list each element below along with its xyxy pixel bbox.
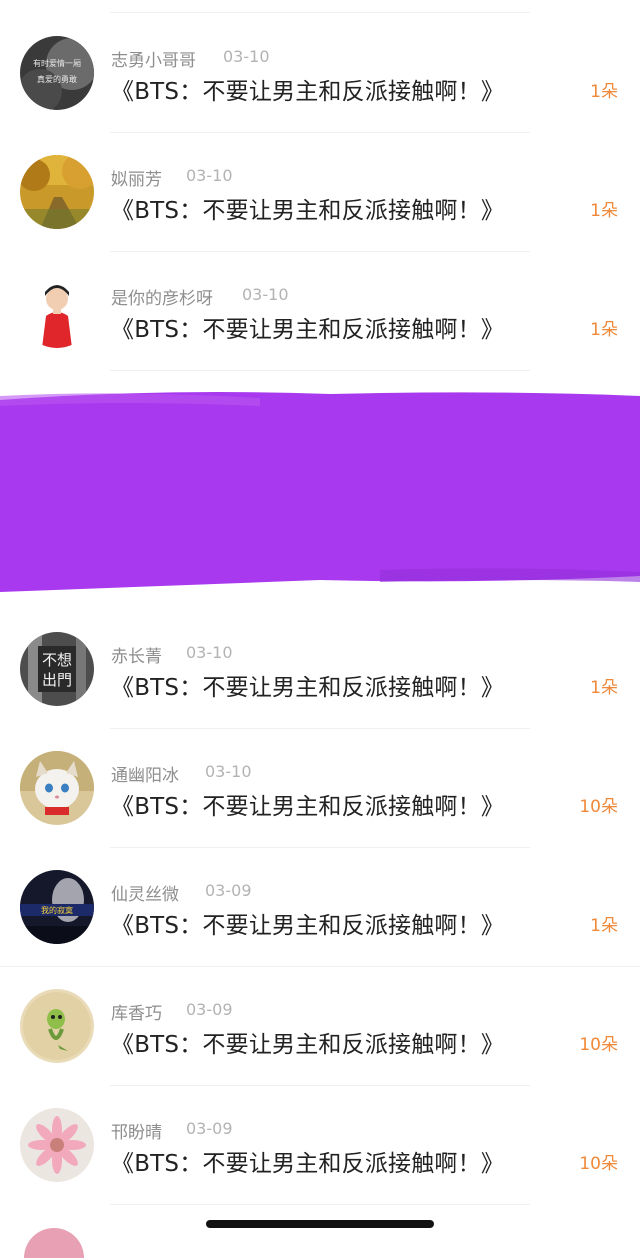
comment-title: 《BTS：不要让男主和反派接触啊！》 xyxy=(111,198,505,224)
avatar-text: 真爱的勇敢 xyxy=(37,74,77,84)
gift-count: 1朵 xyxy=(590,678,618,698)
list-item[interactable]: 我的寂寞 仙灵丝微 03-09 《BTS：不要让男主和反派接触啊！》 1朵 xyxy=(0,848,640,967)
comment-title: 《BTS：不要让男主和反派接触啊！》 xyxy=(111,79,505,105)
user-name[interactable]: 是你的彦杉呀 xyxy=(111,284,213,309)
list-item[interactable]: 邗盼晴 03-09 《BTS：不要让男主和反派接触啊！》 10朵 xyxy=(0,1086,640,1205)
home-indicator[interactable] xyxy=(206,1220,434,1228)
divider xyxy=(110,370,530,371)
gift-count: 1朵 xyxy=(590,201,618,221)
list-item[interactable]: 有时爱情一厢 真爱的勇敢 志勇小哥哥 03-10 《BTS：不要让男主和反派接触… xyxy=(0,14,640,133)
gift-count: 10朵 xyxy=(579,1154,618,1174)
comment-date: 03-10 xyxy=(242,285,289,304)
comment-date: 03-09 xyxy=(186,1000,233,1019)
comment-title: 《BTS：不要让男主和反派接触啊！》 xyxy=(111,675,505,701)
avatar[interactable] xyxy=(20,989,94,1063)
divider xyxy=(110,12,530,13)
gift-count: 10朵 xyxy=(579,797,618,817)
avatar[interactable] xyxy=(20,1108,94,1182)
comment-title: 《BTS：不要让男主和反派接触啊！》 xyxy=(111,1032,505,1058)
user-name[interactable]: 志勇小哥哥 xyxy=(111,46,196,71)
avatar[interactable] xyxy=(20,274,94,348)
gift-count: 1朵 xyxy=(590,82,618,102)
comment-date: 03-10 xyxy=(186,643,233,662)
comment-date: 03-10 xyxy=(223,47,270,66)
list-item[interactable]: 库香巧 03-09 《BTS：不要让男主和反派接触啊！》 10朵 xyxy=(0,967,640,1086)
comment-title: 《BTS：不要让男主和反派接触啊！》 xyxy=(111,913,505,939)
avatar[interactable] xyxy=(20,751,94,825)
comment-date: 03-09 xyxy=(186,1119,233,1138)
user-name[interactable]: 通幽阳冰 xyxy=(111,761,179,786)
comment-title: 《BTS：不要让男主和反派接触啊！》 xyxy=(111,317,505,343)
comment-date: 03-10 xyxy=(205,762,252,781)
divider xyxy=(110,1204,530,1205)
avatar[interactable]: 有时爱情一厢 真爱的勇敢 xyxy=(20,36,94,110)
gift-count: 10朵 xyxy=(579,1035,618,1055)
user-name[interactable]: 仙灵丝微 xyxy=(111,880,179,905)
list-item[interactable]: 通幽阳冰 03-10 《BTS：不要让男主和反派接触啊！》 10朵 xyxy=(0,729,640,848)
gift-count: 1朵 xyxy=(590,916,618,936)
redaction-overlay xyxy=(0,386,640,601)
avatar[interactable]: 不想 出門 xyxy=(20,632,94,706)
list-item[interactable]: 不想 出門 赤长菁 03-10 《BTS：不要让男主和反派接触啊！》 1朵 xyxy=(0,610,640,729)
avatar-text: 不想 xyxy=(42,651,72,669)
avatar[interactable] xyxy=(20,155,94,229)
comment-date: 03-09 xyxy=(205,881,252,900)
user-name[interactable]: 姒丽芳 xyxy=(111,165,162,190)
gift-count: 1朵 xyxy=(590,320,618,340)
avatar[interactable] xyxy=(24,1228,84,1258)
user-name[interactable]: 邗盼晴 xyxy=(111,1118,162,1143)
comment-date: 03-10 xyxy=(186,166,233,185)
avatar-text: 出門 xyxy=(42,671,72,689)
user-name[interactable]: 库香巧 xyxy=(111,999,162,1024)
avatar-text: 我的寂寞 xyxy=(41,905,73,915)
list-item[interactable]: 是你的彦杉呀 03-10 《BTS：不要让男主和反派接触啊！》 1朵 xyxy=(0,252,640,371)
list-item[interactable]: 姒丽芳 03-10 《BTS：不要让男主和反派接触啊！》 1朵 xyxy=(0,133,640,252)
user-name[interactable]: 赤长菁 xyxy=(111,642,162,667)
comment-title: 《BTS：不要让男主和反派接触啊！》 xyxy=(111,1151,505,1177)
comment-title: 《BTS：不要让男主和反派接触啊！》 xyxy=(111,794,505,820)
avatar[interactable]: 我的寂寞 xyxy=(20,870,94,944)
avatar-text: 有时爱情一厢 xyxy=(33,58,81,68)
